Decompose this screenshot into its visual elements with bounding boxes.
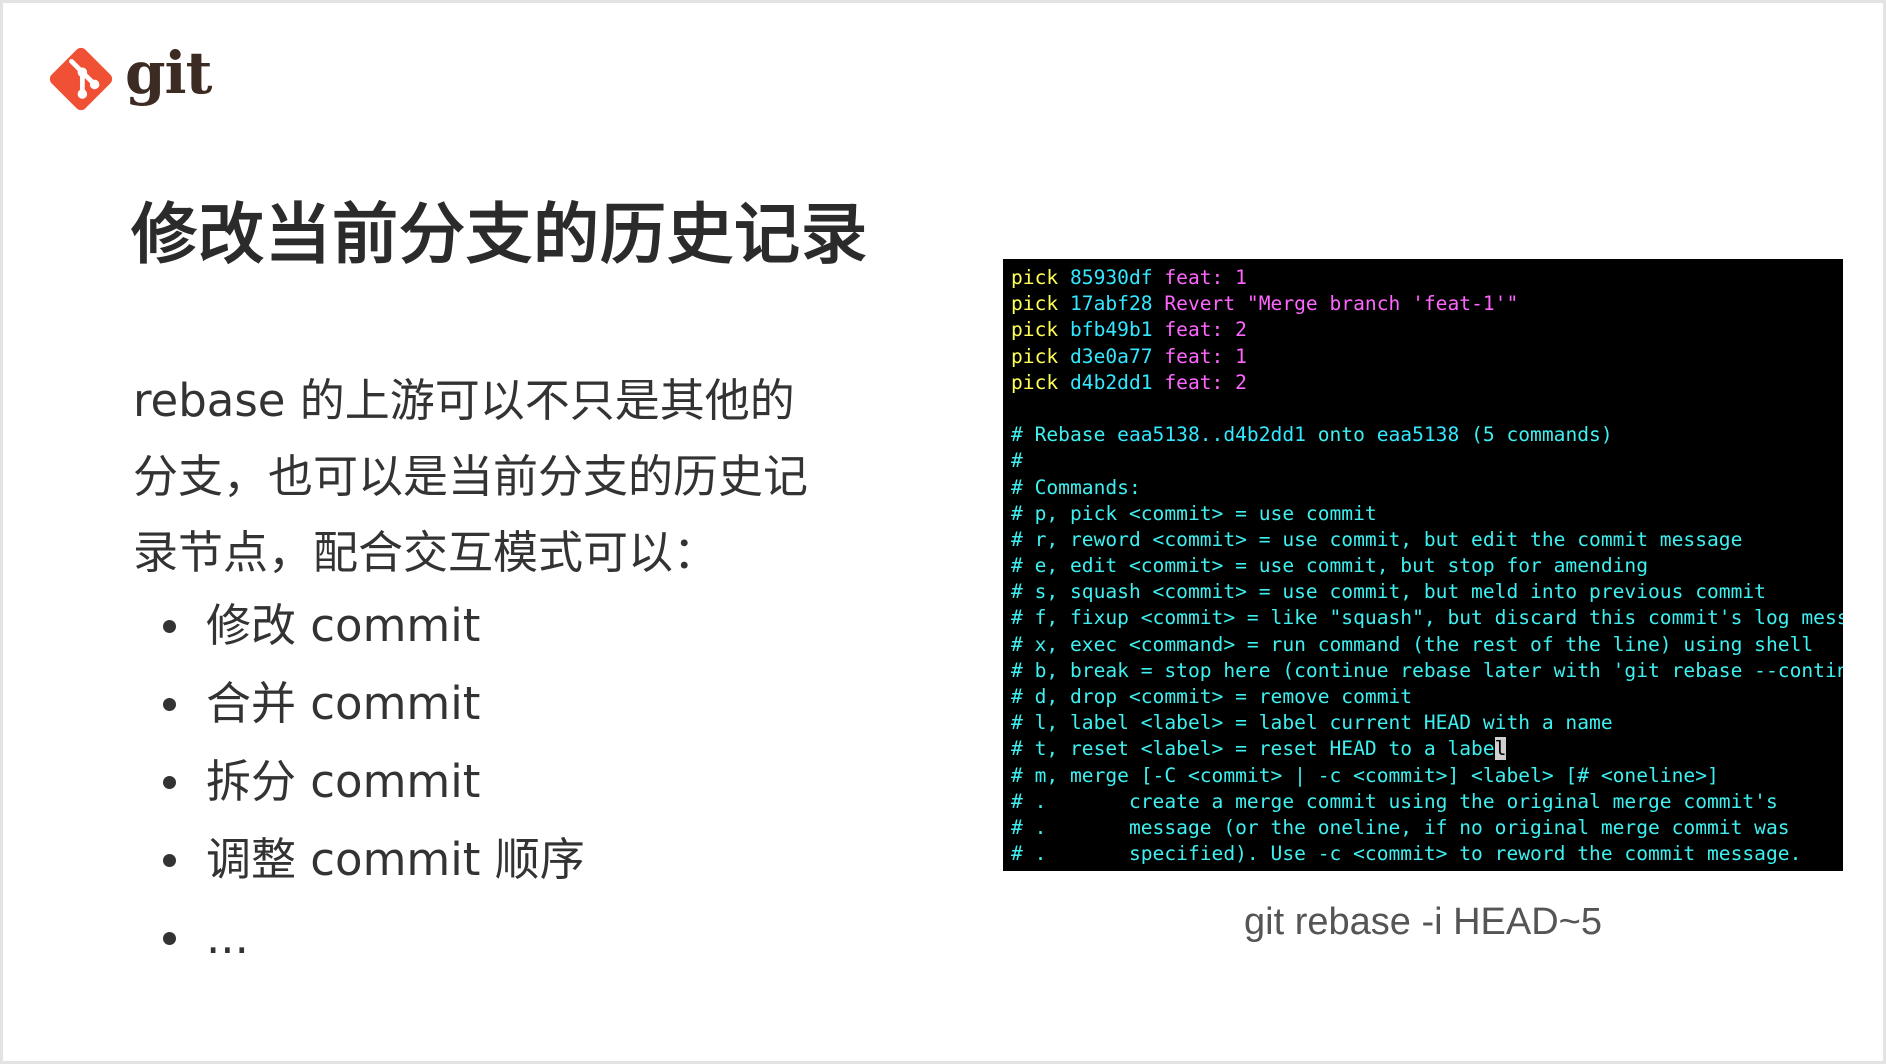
bullet-item: 修改 commit	[133, 587, 585, 665]
comment-line: # . create a merge commit using the orig…	[1011, 789, 1778, 813]
bullet-dot-icon	[163, 931, 176, 945]
comment-line: # x, exec <command> = run command (the r…	[1011, 632, 1814, 656]
cursor-line: # t, reset <label> = reset HEAD to a lab…	[1011, 737, 1507, 761]
bullet-item: 拆分 commit	[133, 743, 585, 821]
bullet-text: ...	[206, 911, 249, 964]
pick-line: pick bfb49b1 feat: 2	[1011, 318, 1247, 342]
comment-line: # . message (or the oneline, if no origi…	[1011, 815, 1790, 839]
git-logo: git	[47, 39, 212, 115]
comment-line: # d, drop <commit> = remove commit	[1011, 685, 1413, 708]
bullet-dot-icon	[163, 775, 176, 789]
comment-line: # b, break = stop here (continue rebase …	[1011, 658, 1843, 682]
comment-line: # r, reword <commit> = use commit, but e…	[1011, 527, 1743, 551]
slide: git 修改当前分支的历史记录 rebase 的上游可以不只是其他的 分支，也可…	[0, 0, 1886, 1064]
terminal-screenshot: pick 85930df feat: 1 pick 17abf28 Revert…	[1003, 259, 1843, 871]
bullet-list: 修改 commit 合并 commit 拆分 commit 调整 commit …	[133, 587, 585, 977]
pick-line: pick d3e0a77 feat: 1	[1011, 344, 1247, 368]
bullet-text: 拆分 commit	[206, 755, 481, 808]
intro-paragraph: rebase 的上游可以不只是其他的 分支，也可以是当前分支的历史记 录节点，配…	[133, 363, 853, 591]
comment-line: # p, pick <commit> = use commit	[1011, 501, 1377, 525]
bullet-dot-icon	[163, 853, 176, 867]
pick-line: pick 17abf28 Revert "Merge branch 'feat-…	[1011, 292, 1519, 316]
comment-line: # m, merge [-C <commit> | -c <commit>] <…	[1011, 763, 1719, 787]
logo-text: git	[125, 39, 212, 107]
bullet-text: 修改 commit	[206, 599, 481, 652]
bullet-dot-icon	[163, 619, 176, 633]
bullet-item: 合并 commit	[133, 665, 585, 743]
bullet-item: 调整 commit 顺序	[133, 821, 585, 899]
bullet-dot-icon	[163, 697, 176, 711]
comment-line: # s, squash <commit> = use commit, but m…	[1011, 580, 1766, 604]
comment-line: #	[1011, 449, 1023, 473]
text-cursor: l	[1494, 737, 1507, 761]
pick-line: pick d4b2dd1 feat: 2	[1011, 370, 1247, 394]
comment-line: # f, fixup <commit> = like "squash", but…	[1011, 606, 1843, 630]
bullet-text: 合并 commit	[206, 677, 481, 730]
comment-line: # e, edit <commit> = use commit, but sto…	[1011, 554, 1649, 578]
comment-line: # . specified). Use -c <commit> to rewor…	[1011, 842, 1802, 866]
intro-line: rebase 的上游可以不只是其他的	[133, 374, 795, 427]
intro-line: 分支，也可以是当前分支的历史记	[133, 450, 809, 503]
bullet-item: ...	[133, 899, 585, 977]
pick-line: pick 85930df feat: 1	[1011, 266, 1247, 289]
rebase-comment-line: # Rebase eaa5138..d4b2dd1 onto eaa5138 (…	[1011, 423, 1613, 447]
comment-line: # Commands:	[1011, 475, 1141, 499]
slide-title: 修改当前分支的历史记录	[131, 196, 868, 273]
git-logo-icon	[47, 45, 115, 113]
bullet-text: 调整 commit 顺序	[206, 833, 585, 886]
comment-line: # l, label <label> = label current HEAD …	[1011, 711, 1613, 735]
terminal-caption: git rebase -i HEAD~5	[1244, 901, 1602, 943]
intro-line: 录节点，配合交互模式可以：	[133, 526, 719, 579]
